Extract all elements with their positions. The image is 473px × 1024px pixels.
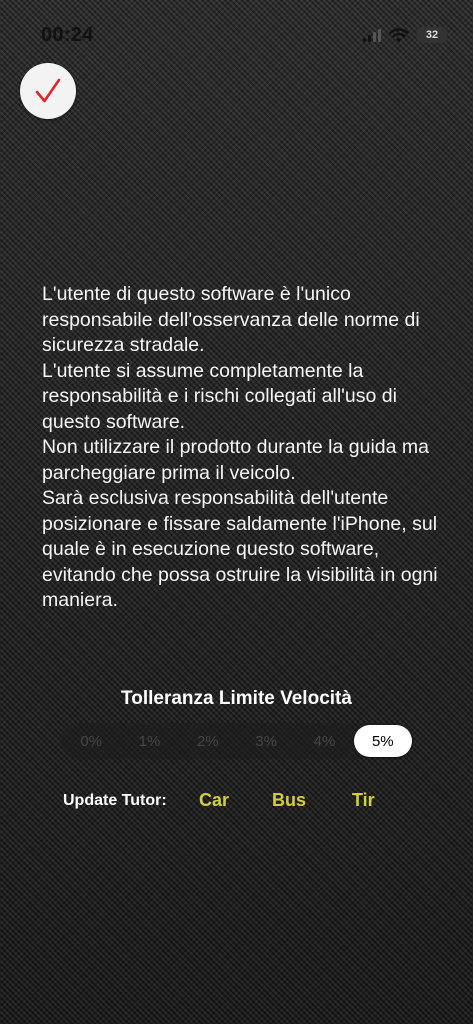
update-tutor-row: Update Tutor: Car Bus Tir: [0, 790, 473, 814]
status-time: 00:24: [41, 24, 94, 46]
tolerance-segmented-control: 0% 1% 2% 3% 4% 5%: [60, 723, 414, 759]
signal-icon: [363, 28, 381, 42]
disclaimer-paragraph: L'utente di questo software è l'unico re…: [42, 283, 420, 356]
checkmark-icon: [35, 78, 61, 103]
status-icons: 32: [363, 27, 451, 43]
confirm-button[interactable]: [20, 63, 76, 119]
tolerance-title: Tolleranza Limite Velocità: [121, 688, 352, 709]
tolerance-option-2[interactable]: 2%: [179, 725, 237, 757]
disclaimer-paragraph: L'utente si assume completamente la resp…: [42, 359, 397, 433]
status-bar: 00:24 32: [0, 0, 473, 60]
disclaimer-paragraph: Sarà esclusiva responsabilità dell'utent…: [42, 487, 438, 611]
update-car-link[interactable]: Car: [199, 790, 229, 811]
tolerance-option-3[interactable]: 3%: [237, 725, 295, 757]
disclaimer-text: L'utente di questo software è l'unico re…: [42, 282, 447, 614]
update-tutor-label: Update Tutor:: [63, 792, 167, 809]
update-tir-link[interactable]: Tir: [352, 790, 375, 811]
update-bus-link[interactable]: Bus: [272, 790, 306, 811]
wifi-icon: [389, 27, 409, 42]
battery-level: 32: [425, 29, 439, 41]
battery-icon: 32: [417, 27, 451, 43]
disclaimer-paragraph: Non utilizzare il prodotto durante la gu…: [42, 436, 429, 484]
tolerance-option-4[interactable]: 4%: [295, 725, 353, 757]
tolerance-option-0[interactable]: 0%: [62, 725, 120, 757]
tolerance-option-1[interactable]: 1%: [120, 725, 178, 757]
tolerance-option-5[interactable]: 5%: [353, 725, 412, 757]
